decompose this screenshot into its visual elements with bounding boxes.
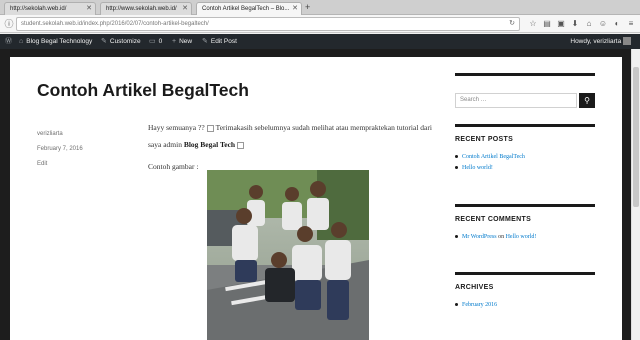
list-item: Mr WordPress on Hello world!: [455, 232, 595, 243]
search-icon: ⚲: [584, 96, 590, 105]
close-icon[interactable]: ✕: [292, 3, 298, 15]
list-item: Contoh Artikel BegalTech: [455, 152, 595, 163]
tab-1-label: http://sekolah.web.id/: [10, 6, 67, 12]
tab-2-label: http://www.sekolah.web.id/: [106, 6, 177, 12]
tab-2[interactable]: http://www.sekolah.web.id/ ✕: [100, 2, 192, 15]
comment-icon: ▭: [149, 38, 156, 45]
divider: [455, 204, 595, 207]
reload-icon[interactable]: ↻: [509, 18, 515, 30]
archive-link[interactable]: February 2016: [462, 302, 497, 308]
post-content: Hayy semuanya ?? Terimakasih sebelumnya s…: [148, 119, 433, 153]
blog-name-strong: Blog Begal Tech: [183, 140, 236, 149]
tab-3-label: Contoh Artikel BegalTech – Blo...: [202, 6, 290, 12]
emoji-icon: [206, 124, 214, 132]
star-icon[interactable]: ☆: [528, 19, 538, 29]
site-name-label: Blog Begal Technology: [26, 38, 93, 45]
customize-link[interactable]: ✎ Customize: [101, 34, 141, 49]
comment-post-link[interactable]: Hello world!: [506, 234, 537, 240]
search-button[interactable]: ⚲: [579, 93, 595, 108]
address-bar[interactable]: student.sekolah.web.id/index.php/2016/02…: [16, 17, 520, 31]
account-link[interactable]: Howdy, verizliarta: [570, 34, 631, 49]
tab-1[interactable]: http://sekolah.web.id/ ✕: [4, 2, 96, 15]
comment-on-label: on: [498, 234, 505, 240]
tab-3-active[interactable]: Contoh Artikel BegalTech – Blo... ✕: [196, 2, 302, 15]
close-icon[interactable]: ✕: [182, 3, 188, 15]
widget-title: ARCHIVES: [455, 284, 494, 291]
post-title: Contoh Artikel BegalTech: [37, 80, 249, 100]
archives-list: February 2016: [455, 300, 595, 311]
page-background: Contoh Artikel BegalTech verizliarta Feb…: [0, 49, 640, 340]
pocket-icon[interactable]: ◐: [612, 19, 622, 29]
recent-post-link[interactable]: Contoh Artikel BegalTech: [462, 154, 525, 160]
recent-posts-list: Contoh Artikel BegalTech Hello world!: [455, 152, 595, 174]
download-icon[interactable]: ⬇: [570, 19, 580, 29]
widget-title: RECENT COMMENTS: [455, 216, 532, 223]
post-photo[interactable]: [207, 170, 369, 340]
comment-author-link[interactable]: Mr WordPress: [462, 234, 497, 240]
post-author[interactable]: verizliarta: [37, 127, 83, 142]
lock-icon[interactable]: ▣: [556, 19, 566, 29]
site-name-link[interactable]: ⌂ Blog Begal Technology: [19, 34, 92, 49]
recent-comments-list: Mr WordPress on Hello world!: [455, 232, 595, 243]
list-item: Hello world!: [455, 163, 595, 174]
menu-icon[interactable]: ≡: [626, 19, 636, 29]
info-icon[interactable]: ⓘ: [3, 18, 15, 30]
close-icon[interactable]: ✕: [86, 3, 92, 15]
divider: [455, 272, 595, 275]
edit-post-label: Edit Post: [210, 38, 237, 45]
paragraph-intro-a: Hayy semuanya ??: [148, 123, 205, 132]
home-icon: ⌂: [19, 38, 24, 45]
scrollbar[interactable]: [631, 49, 640, 340]
browser-window: http://sekolah.web.id/ ✕ http://www.seko…: [0, 0, 640, 340]
new-tab-icon[interactable]: +: [305, 2, 310, 13]
brush-icon: ✎: [101, 38, 107, 45]
edit-post-meta-link[interactable]: Edit: [37, 157, 83, 172]
widget-archives: ARCHIVES February 2016: [455, 272, 595, 311]
list-item: February 2016: [455, 300, 595, 311]
widget-recent-comments: RECENT COMMENTS Mr WordPress on Hello wo…: [455, 204, 595, 243]
home-icon[interactable]: ⌂: [584, 19, 594, 29]
widget-title: RECENT POSTS: [455, 136, 514, 143]
clipboard-icon[interactable]: ▤: [542, 19, 552, 29]
entry-meta: verizliarta February 7, 2016 Edit: [37, 127, 83, 172]
plus-icon: +: [172, 38, 177, 45]
avatar: [623, 37, 631, 46]
content-sheet: Contoh Artikel BegalTech verizliarta Feb…: [10, 57, 622, 340]
pencil-icon: ✎: [202, 38, 208, 45]
sidebar: Search … ⚲ RECENT POSTS Contoh Artikel B…: [455, 73, 595, 308]
post-date[interactable]: February 7, 2016: [37, 142, 83, 157]
search-input[interactable]: Search …: [455, 93, 577, 108]
url-text: student.sekolah.web.id/index.php/2016/02…: [21, 21, 209, 27]
edit-post-link[interactable]: ✎ Edit Post: [202, 34, 237, 49]
divider: [455, 73, 595, 76]
widget-recent-posts: RECENT POSTS Contoh Artikel BegalTech He…: [455, 124, 595, 174]
navigation-bar: ⓘ student.sekolah.web.id/index.php/2016/…: [0, 15, 640, 33]
howdy-label: Howdy, verizliarta: [570, 38, 622, 45]
scrollbar-thumb[interactable]: [633, 67, 639, 207]
smiley-icon[interactable]: ☺: [598, 19, 608, 29]
image-caption: Contoh gambar :: [148, 162, 199, 171]
divider: [455, 124, 595, 127]
recent-post-link[interactable]: Hello world!: [462, 165, 493, 171]
comments-count: 0: [158, 38, 163, 45]
tab-strip: http://sekolah.web.id/ ✕ http://www.seko…: [0, 0, 640, 15]
comments-link[interactable]: ▭ 0: [149, 34, 162, 49]
emoji-icon: [237, 141, 245, 149]
wp-admin-bar: Ⓦ ⌂ Blog Begal Technology ✎ Customize ▭ 0 +…: [0, 34, 640, 49]
wordpress-logo-icon[interactable]: Ⓦ: [5, 34, 15, 49]
customize-label: Customize: [109, 38, 141, 45]
new-label: New: [179, 38, 193, 45]
new-content-link[interactable]: + New: [172, 34, 192, 49]
